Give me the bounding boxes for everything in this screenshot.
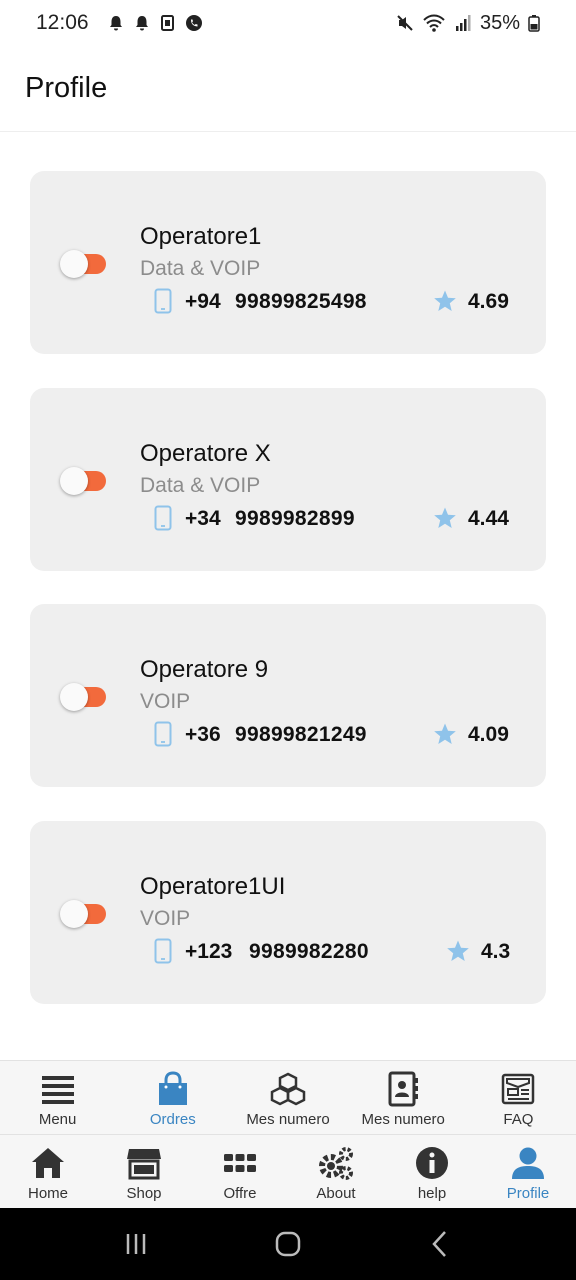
page-title: Profile	[25, 72, 108, 104]
store-icon	[127, 1149, 161, 1180]
secondary-tab-bar: Menu Ordres Mes numero Mes numero FAQ	[0, 1060, 576, 1134]
phone-icon	[154, 288, 172, 314]
newspaper-icon	[502, 1073, 535, 1105]
battery-icon	[528, 15, 540, 32]
tab-mes-numero-contacts[interactable]: Mes numero	[346, 1061, 461, 1134]
operator-type: VOIP	[140, 907, 191, 930]
app-header: Profile	[0, 46, 576, 132]
status-bar: 12:06 35%	[0, 0, 576, 46]
operator-type: Data & VOIP	[140, 257, 261, 280]
star-icon	[434, 507, 456, 528]
back-icon[interactable]	[420, 1224, 460, 1264]
info-icon	[416, 1147, 448, 1179]
whatsapp-icon	[185, 15, 202, 31]
tab-menu[interactable]: Menu	[0, 1061, 115, 1134]
tab-about-label: About	[316, 1185, 356, 1202]
tab-home-label: Home	[27, 1185, 68, 1202]
tab-profile-label: Profile	[506, 1185, 550, 1202]
wifi-icon	[423, 14, 445, 32]
grid-icon	[224, 1154, 256, 1172]
tab-menu-label: Menu	[38, 1111, 77, 1128]
operator-card[interactable]: Operatore 9 VOIP +36 99899821249 4.09	[30, 604, 546, 787]
operator-phone-number: 99899825498	[235, 290, 367, 313]
hamburger-icon	[41, 1076, 74, 1104]
operator-phone-number: 9989982899	[235, 507, 355, 530]
tab-home[interactable]: Home	[0, 1135, 96, 1208]
user-icon	[512, 1147, 544, 1179]
tab-offre[interactable]: Offre	[192, 1135, 288, 1208]
operator-toggle[interactable]	[58, 683, 110, 711]
phone-icon	[154, 938, 172, 964]
star-icon	[434, 290, 456, 311]
operator-rating: 4.69	[468, 290, 509, 313]
signal-icon	[455, 15, 471, 31]
shopping-bag-icon	[158, 1071, 187, 1105]
tab-help-label: help	[417, 1185, 447, 1202]
address-book-icon	[388, 1071, 419, 1107]
tab-about[interactable]: About	[288, 1135, 384, 1208]
tab-offre-label: Offre	[223, 1185, 257, 1202]
operator-name: Operatore1	[140, 223, 262, 250]
star-icon	[434, 723, 456, 744]
mute-icon	[397, 15, 413, 31]
tab-shop-label: Shop	[126, 1185, 162, 1202]
system-navigation-bar	[0, 1208, 576, 1280]
notification-bell-icon	[135, 16, 148, 31]
tab-profile[interactable]: Profile	[480, 1135, 576, 1208]
operator-country-code: +34	[185, 507, 221, 530]
operator-toggle[interactable]	[58, 467, 110, 495]
home-button-icon[interactable]	[268, 1224, 308, 1264]
operator-type: VOIP	[140, 690, 191, 713]
operator-type: Data & VOIP	[140, 474, 261, 497]
operator-phone-number: 99899821249	[235, 723, 367, 746]
operator-card[interactable]: Operatore1UI VOIP +123 9989982280 4.3	[30, 821, 546, 1004]
operator-name: Operatore X	[140, 440, 271, 467]
operator-country-code: +123	[185, 940, 233, 963]
tab-mes-numero-label: Mes numero	[361, 1111, 445, 1128]
battery-percentage: 35%	[479, 11, 520, 34]
gears-icon	[319, 1147, 353, 1180]
tab-faq[interactable]: FAQ	[461, 1061, 576, 1134]
operator-country-code: +36	[185, 723, 221, 746]
tab-ordres-label: Ordres	[149, 1111, 196, 1128]
star-icon	[447, 940, 469, 961]
operator-country-code: +94	[185, 290, 221, 313]
operator-card[interactable]: Operatore X Data & VOIP +34 9989982899 4…	[30, 388, 546, 571]
tab-ordres[interactable]: Ordres	[115, 1061, 230, 1134]
cubes-icon	[270, 1072, 306, 1106]
recent-apps-icon[interactable]	[116, 1224, 156, 1264]
primary-tab-bar: Home Shop Offre About help Profile	[0, 1134, 576, 1208]
operator-phone-number: 9989982280	[249, 940, 369, 963]
operator-rating: 4.09	[468, 723, 509, 746]
operator-rating: 4.3	[481, 940, 511, 963]
tab-mes-numero-cubes[interactable]: Mes numero	[230, 1061, 345, 1134]
operator-rating: 4.44	[468, 507, 509, 530]
tab-help[interactable]: help	[384, 1135, 480, 1208]
tab-shop[interactable]: Shop	[96, 1135, 192, 1208]
sim-card-icon	[160, 15, 174, 31]
operator-name: Operatore 9	[140, 656, 269, 683]
tab-faq-label: FAQ	[503, 1111, 534, 1128]
operator-name: Operatore1UI	[140, 873, 286, 900]
status-time: 12:06	[36, 11, 89, 34]
home-icon	[32, 1148, 64, 1178]
phone-icon	[154, 505, 172, 531]
operator-toggle[interactable]	[58, 250, 110, 278]
notification-bell-icon	[109, 16, 122, 31]
tab-mes-numero-label: Mes numero	[246, 1111, 330, 1128]
operator-toggle[interactable]	[58, 900, 110, 928]
phone-icon	[154, 721, 172, 747]
operator-card[interactable]: Operatore1 Data & VOIP +94 99899825498 4…	[30, 171, 546, 354]
